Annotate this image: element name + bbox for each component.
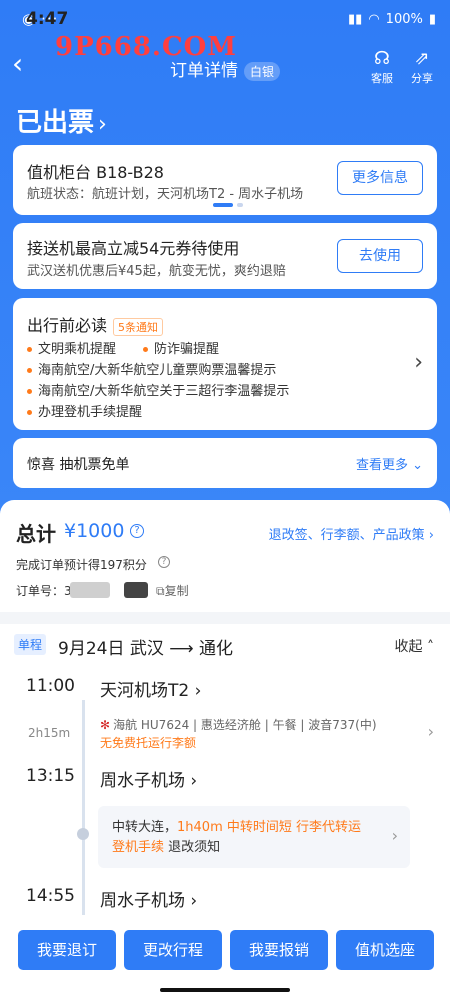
- bottom-action-bar: 我要退订 更改行程 我要报销 值机选座: [0, 920, 450, 1000]
- chevron-right-icon: ›: [391, 826, 398, 845]
- pager-active: [213, 203, 233, 207]
- bullet-icon: [143, 347, 148, 352]
- checkin-seat-button[interactable]: 值机选座: [336, 930, 434, 970]
- flight-info[interactable]: ✻ 海航 HU7624 | 惠选经济舱 | 午餐 | 波音737(中): [100, 716, 377, 733]
- checkin-counter: 值机柜台 B18-B28: [27, 163, 164, 182]
- notice-card[interactable]: 出行前必读 5条通知 文明乘机提醒 防诈骗提醒 海南航空/大新华航空儿童票购票温馨…: [13, 298, 437, 430]
- next-departure-time: 14:55: [26, 886, 75, 906]
- points-text: 完成订单预计得197积分: [16, 558, 147, 572]
- share-icon: ⇗: [414, 48, 430, 69]
- refund-button[interactable]: 我要退订: [18, 930, 116, 970]
- home-indicator: [160, 988, 290, 992]
- signal-icon: ▮▮: [348, 11, 363, 27]
- battery-icon: ▮: [428, 11, 436, 27]
- baggage-note: 无免费托运行李额: [100, 736, 197, 750]
- service-button[interactable]: ☊ 客服: [362, 48, 402, 86]
- transfer-dot-icon: [77, 828, 89, 840]
- ticket-status-text: 已出票: [16, 108, 95, 138]
- notice-item: 防诈骗提醒: [143, 338, 219, 357]
- share-button[interactable]: ⇗ 分享: [402, 48, 442, 86]
- promo-card[interactable]: 惊喜 抽机票免单 查看更多 ⌄: [13, 438, 437, 488]
- redacted-block: [70, 582, 110, 598]
- chevron-up-icon: ˄: [427, 639, 434, 655]
- reimburse-button[interactable]: 我要报销: [230, 930, 328, 970]
- chevron-right-icon: ›: [427, 722, 434, 741]
- flight-status: 航班状态：航班计划，天河机场T2 - 周水子机场: [27, 187, 304, 202]
- order-number-label: 订单号：3: [16, 584, 72, 598]
- bullet-icon: [27, 410, 32, 415]
- help-icon[interactable]: ?: [130, 524, 144, 538]
- arrival-time: 13:15: [26, 766, 75, 786]
- battery-text: 100%: [385, 11, 423, 27]
- notice-item: 海南航空/大新华航空关于三超行李温馨提示: [27, 380, 289, 399]
- chevron-down-icon: ⌄: [412, 458, 423, 473]
- airline-logo-icon: ✻: [100, 718, 111, 732]
- bullet-icon: [27, 347, 32, 352]
- collapse-button[interactable]: 收起 ˄: [395, 636, 434, 656]
- notice-item: 海南航空/大新华航空儿童票购票温馨提示: [27, 359, 276, 378]
- promo-label: 惊喜 抽机票免单: [27, 457, 130, 473]
- status-time: 4:47: [26, 9, 69, 29]
- wifi-icon: ◠: [368, 11, 380, 27]
- notice-title-text: 出行前必读: [27, 316, 108, 335]
- total-label: 总计: [16, 522, 56, 546]
- status-right: ▮▮ ◠ 100% ▮: [348, 12, 436, 27]
- total-value: ¥1000: [64, 520, 125, 542]
- ticket-status[interactable]: 已出票 ›: [16, 102, 107, 139]
- chevron-right-icon: ›: [98, 112, 107, 137]
- transfer-text: 中转大连，1h40m 中转时间短 行李代转运 登机手续 退改须知: [112, 820, 361, 855]
- notice-count-tag: 5条通知: [113, 317, 164, 336]
- coupon-subtitle: 武汉送机优惠后¥45起，航变无忧，爽约退赔: [27, 264, 286, 279]
- points-help-icon[interactable]: ?: [158, 556, 170, 568]
- copy-button[interactable]: ⧉复制: [156, 582, 189, 599]
- headset-icon: ☊: [374, 48, 390, 69]
- more-info-button[interactable]: 更多信息: [337, 161, 423, 195]
- notice-item: 文明乘机提醒: [27, 338, 116, 357]
- arrival-airport[interactable]: 周水子机场 ›: [100, 766, 197, 791]
- notice-item: 办理登机手续提醒: [27, 401, 142, 420]
- notice-title: 出行前必读 5条通知: [27, 312, 164, 336]
- route-title: 9月24日 武汉 ⟶ 通化: [58, 639, 234, 659]
- departure-time: 11:00: [26, 676, 75, 696]
- policy-link[interactable]: 退改签、行李额、产品政策 ›: [269, 524, 434, 543]
- change-itinerary-button[interactable]: 更改行程: [124, 930, 222, 970]
- coupon-card: 接送机最高立减54元券待使用 武汉送机优惠后¥45起，航变无忧，爽约退赔 去使用: [13, 223, 437, 289]
- page-title-text: 订单详情: [169, 61, 238, 81]
- share-label: 分享: [411, 72, 433, 85]
- timeline-line: [82, 700, 85, 915]
- next-departure-airport[interactable]: 周水子机场 ›: [100, 886, 197, 911]
- bullet-icon: [27, 368, 32, 373]
- flight-duration: 2h15m: [28, 726, 71, 740]
- bullet-icon: [27, 389, 32, 394]
- coupon-title: 接送机最高立减54元券待使用: [27, 239, 240, 258]
- nav-bar: ‹ 订单详情 白银 ☊ 客服 ⇗ 分享: [0, 42, 450, 90]
- use-coupon-button[interactable]: 去使用: [337, 239, 423, 273]
- chevron-right-icon: ›: [414, 350, 423, 375]
- checkin-card: 值机柜台 B18-B28 航班状态：航班计划，天河机场T2 - 周水子机场 更多…: [13, 145, 437, 215]
- section-divider: [0, 612, 450, 624]
- transfer-info[interactable]: 中转大连，1h40m 中转时间短 行李代转运 登机手续 退改须知 ›: [98, 806, 410, 868]
- redacted-block: [124, 582, 148, 598]
- departure-airport[interactable]: 天河机场T2 ›: [100, 676, 201, 701]
- trip-type-tag: 单程: [14, 634, 47, 655]
- member-badge: 白银: [243, 62, 280, 81]
- service-label: 客服: [371, 72, 393, 85]
- pager-dot: [237, 203, 243, 207]
- see-more-link[interactable]: 查看更多 ⌄: [356, 454, 423, 473]
